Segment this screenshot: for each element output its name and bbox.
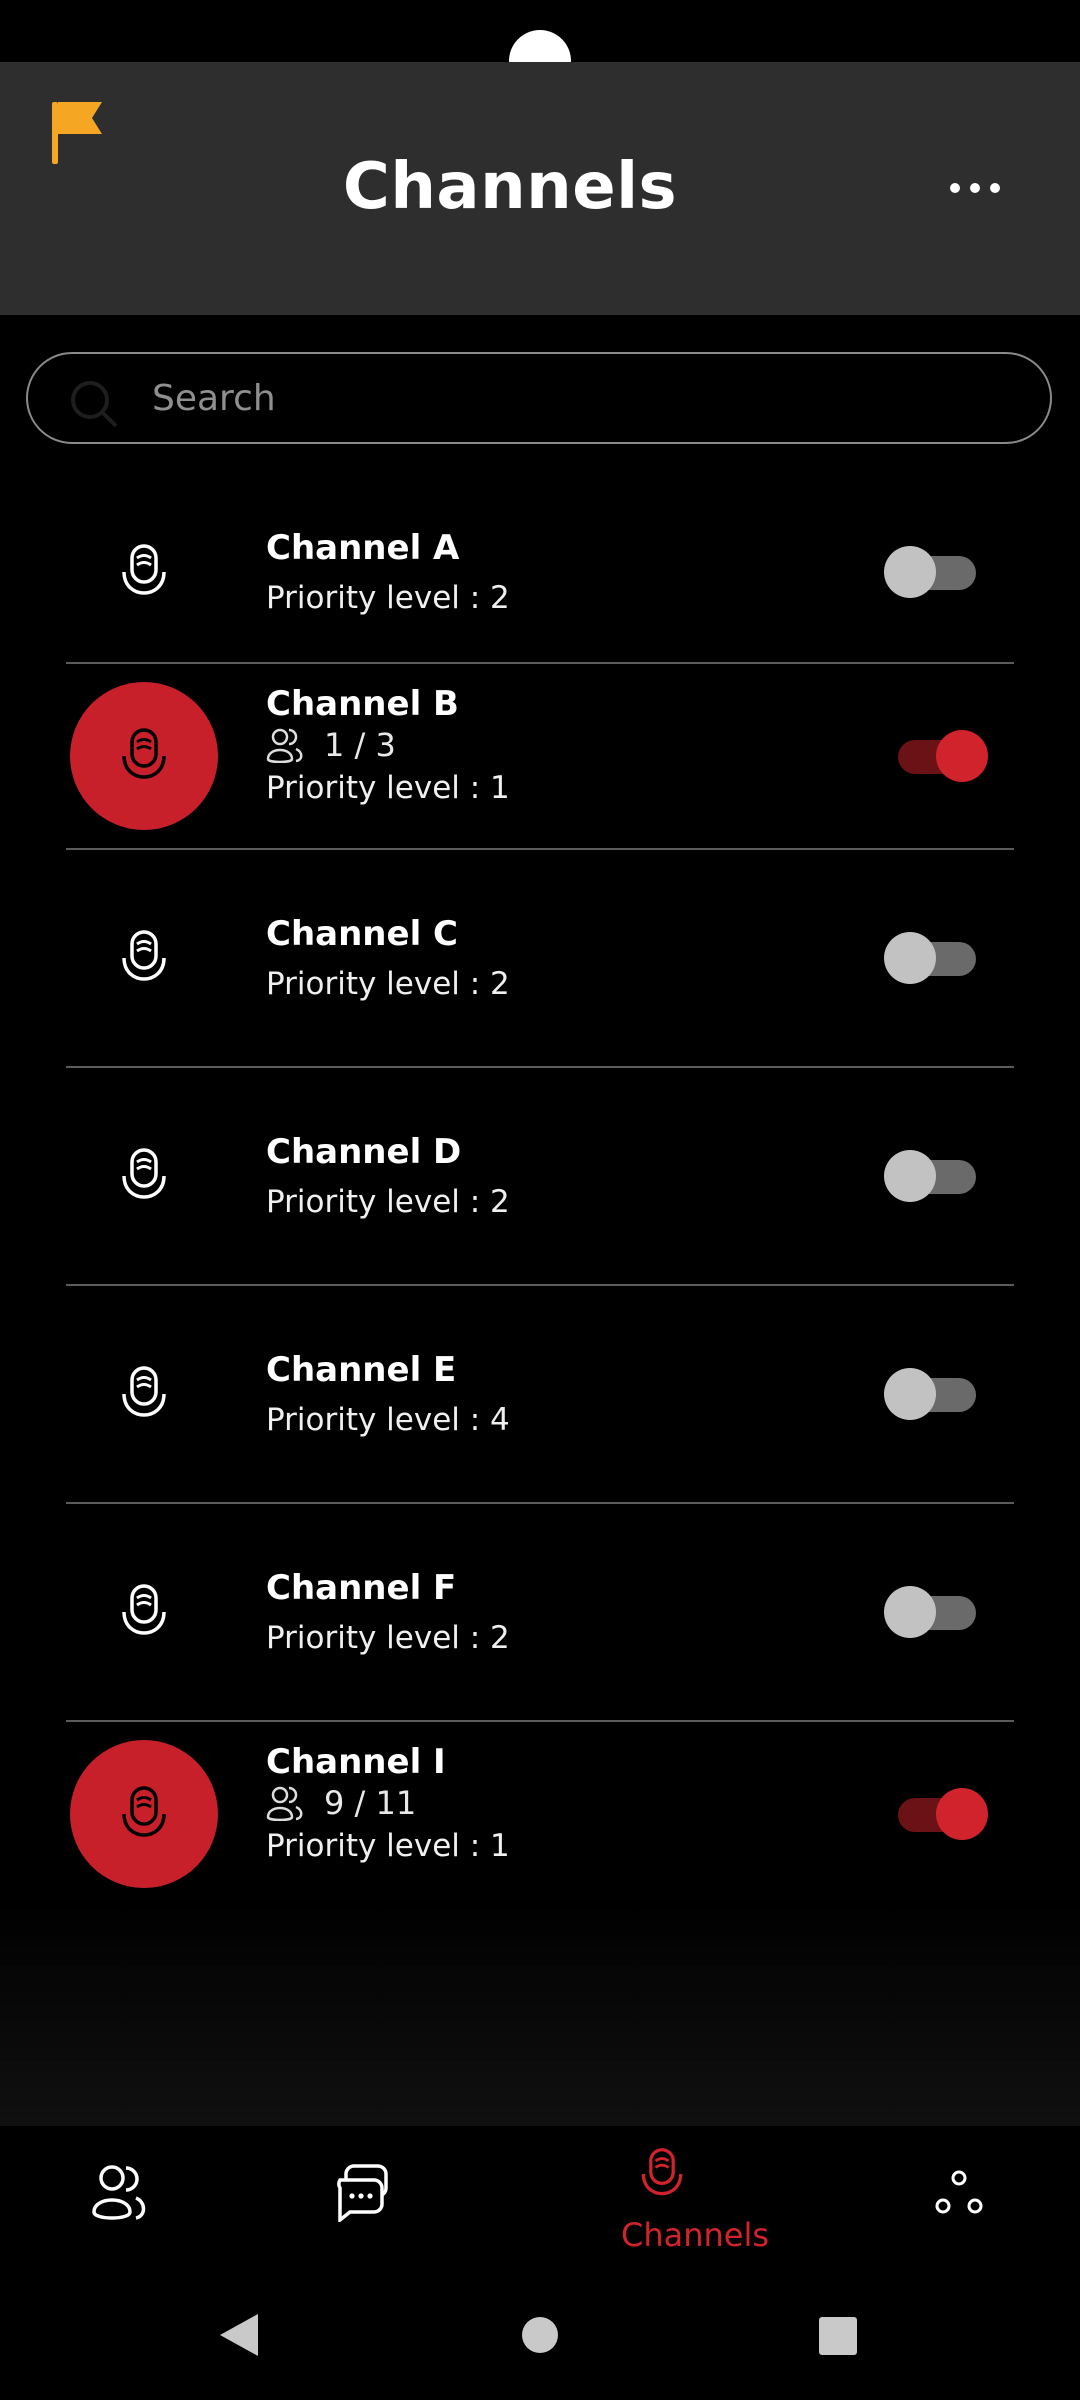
toggle-knob bbox=[936, 1788, 988, 1840]
channel-mic-button[interactable] bbox=[70, 682, 218, 830]
list-fade bbox=[0, 1900, 1080, 2126]
search-icon bbox=[71, 381, 118, 428]
member-count-text: 1 / 3 bbox=[324, 726, 396, 764]
chat-icon bbox=[337, 2164, 388, 2222]
channel-name: Channel I bbox=[266, 1742, 446, 1782]
mic-icon bbox=[122, 1584, 166, 1635]
channel-name: Channel F bbox=[266, 1568, 457, 1608]
channel-mic-button[interactable] bbox=[70, 1102, 218, 1250]
channel-priority: Priority level : 2 bbox=[266, 1620, 510, 1656]
channel-name: Channel C bbox=[266, 914, 459, 954]
search-input[interactable] bbox=[152, 368, 1012, 428]
home-icon[interactable] bbox=[521, 2316, 559, 2354]
channel-priority: Priority level : 1 bbox=[266, 770, 510, 806]
back-icon[interactable] bbox=[218, 2312, 260, 2358]
channel-row[interactable]: Channel I Priority level : 1 9 / 11 bbox=[0, 1722, 1080, 1906]
channel-member-count: 1 / 3 bbox=[266, 726, 396, 764]
channel-row[interactable]: Channel C Priority level : 2 bbox=[0, 850, 1080, 1066]
users-icon bbox=[266, 1786, 303, 1821]
mic-icon bbox=[122, 930, 166, 981]
channel-toggle[interactable] bbox=[884, 1364, 984, 1424]
member-count-text: 9 / 11 bbox=[324, 1784, 417, 1822]
bottom-navigation: Channels bbox=[0, 2126, 1080, 2286]
channel-row[interactable]: Channel E Priority level : 4 bbox=[0, 1286, 1080, 1502]
channel-priority: Priority level : 2 bbox=[266, 1184, 510, 1220]
nav-channels-label: Channels bbox=[620, 2216, 770, 2254]
channel-priority: Priority level : 2 bbox=[266, 580, 510, 616]
toggle-knob bbox=[884, 1586, 936, 1638]
toggle-knob bbox=[884, 546, 936, 598]
more-apps-icon bbox=[935, 2170, 983, 2214]
channel-mic-button[interactable] bbox=[70, 1740, 218, 1888]
more-options-icon[interactable] bbox=[945, 168, 1005, 208]
channel-toggle[interactable] bbox=[884, 1146, 984, 1206]
channel-toggle[interactable] bbox=[884, 1582, 984, 1642]
toggle-knob bbox=[884, 1150, 936, 1202]
channel-toggle[interactable] bbox=[888, 1784, 988, 1844]
mic-icon bbox=[122, 544, 166, 595]
search-bar[interactable] bbox=[26, 352, 1052, 444]
mic-icon bbox=[122, 1786, 166, 1837]
nav-contacts[interactable] bbox=[90, 2126, 150, 2286]
users-icon bbox=[266, 728, 303, 763]
nav-chat[interactable] bbox=[330, 2126, 390, 2286]
channel-toggle[interactable] bbox=[884, 928, 984, 988]
channel-toggle[interactable] bbox=[888, 726, 988, 786]
contacts-icon bbox=[92, 2165, 146, 2220]
channel-priority: Priority level : 2 bbox=[266, 966, 510, 1002]
page-title: Channels bbox=[342, 150, 678, 224]
channel-row[interactable]: Channel F Priority level : 2 bbox=[0, 1504, 1080, 1720]
mic-icon bbox=[122, 1366, 166, 1417]
channel-name: Channel A bbox=[266, 528, 460, 568]
mic-icon bbox=[122, 1148, 166, 1199]
toggle-knob bbox=[884, 932, 936, 984]
toggle-knob bbox=[936, 730, 988, 782]
channel-priority: Priority level : 4 bbox=[266, 1402, 510, 1438]
channel-mic-button[interactable] bbox=[70, 1538, 218, 1686]
channel-name: Channel D bbox=[266, 1132, 462, 1172]
channel-mic-button[interactable] bbox=[70, 884, 218, 1032]
channel-row[interactable]: Channel B Priority level : 1 1 / 3 bbox=[0, 664, 1080, 848]
mic-icon bbox=[641, 2148, 683, 2196]
channel-member-count: 9 / 11 bbox=[266, 1784, 416, 1822]
channel-mic-button[interactable] bbox=[70, 498, 218, 646]
mic-icon bbox=[122, 728, 166, 779]
channel-mic-button[interactable] bbox=[70, 1320, 218, 1468]
toggle-knob bbox=[884, 1368, 936, 1420]
nav-channels[interactable]: Channels bbox=[621, 2126, 769, 2286]
channel-priority: Priority level : 1 bbox=[266, 1828, 510, 1864]
channel-name: Channel E bbox=[266, 1350, 457, 1390]
channel-row[interactable]: Channel A Priority level : 2 bbox=[0, 482, 1080, 662]
channel-row[interactable]: Channel D Priority level : 2 bbox=[0, 1068, 1080, 1284]
recents-icon[interactable] bbox=[818, 2316, 858, 2356]
nav-more[interactable] bbox=[934, 2126, 984, 2286]
system-navigation-bar bbox=[0, 2286, 1080, 2400]
channel-toggle[interactable] bbox=[884, 542, 984, 602]
channel-name: Channel B bbox=[266, 684, 459, 724]
